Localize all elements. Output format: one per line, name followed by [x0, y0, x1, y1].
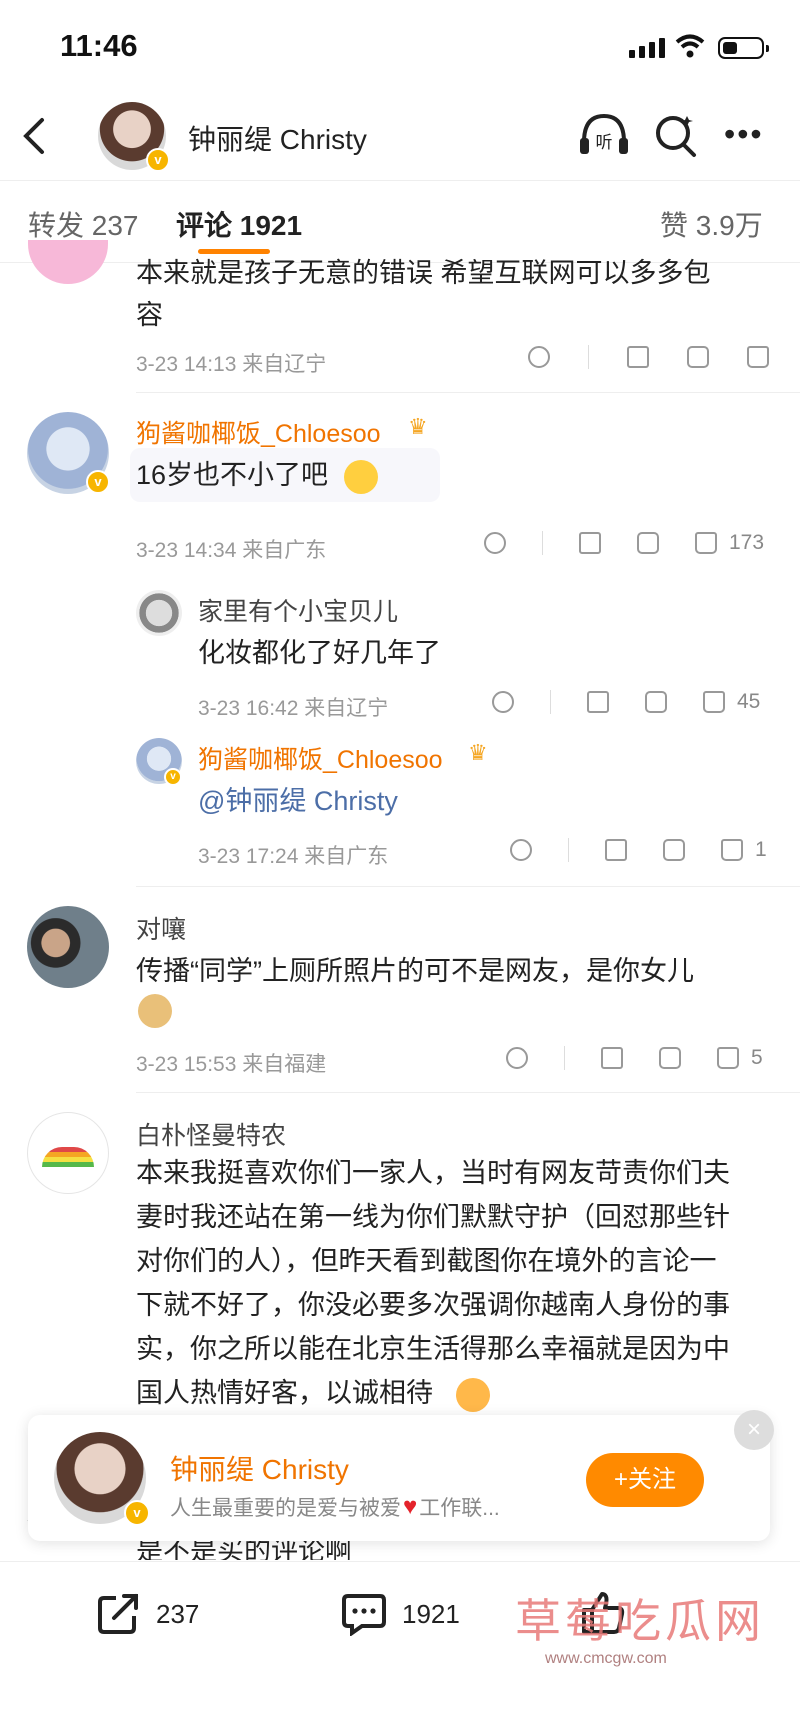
- share-icon[interactable]: [605, 839, 627, 861]
- card-name[interactable]: 钟丽缇 Christy: [170, 1448, 349, 1488]
- more-options-icon[interactable]: •••: [724, 116, 764, 153]
- crown-icon: ♛: [408, 414, 428, 439]
- dislike-icon[interactable]: [484, 532, 506, 554]
- card-bio-tail: 工作联...: [419, 1497, 500, 1520]
- comment-text-line: 下就不好了，你没必要多次强调你越南人身份的事: [136, 1290, 730, 1320]
- tab-likes[interactable]: 赞 3.9万: [660, 204, 763, 244]
- like-icon[interactable]: [695, 532, 717, 554]
- comment-text-line: 实，你之所以能在北京生活得那么幸福就是因为中: [136, 1334, 730, 1364]
- yum-emoji-icon: [456, 1378, 490, 1412]
- dislike-icon[interactable]: [510, 839, 532, 861]
- cellular-signal-icon: [629, 38, 665, 58]
- verified-badge-icon: v: [86, 470, 110, 494]
- reply-text: 化妆都化了好几年了: [198, 638, 441, 668]
- header-divider: [0, 180, 800, 181]
- search-icon[interactable]: [654, 112, 698, 158]
- dislike-icon[interactable]: [528, 346, 550, 368]
- comment-divider: [136, 392, 800, 393]
- reply-icon[interactable]: [687, 346, 709, 368]
- like-icon[interactable]: [717, 1047, 739, 1069]
- header-title[interactable]: 钟丽缇 Christy: [188, 118, 367, 158]
- comment-text-line: 本来我挺喜欢你们一家人，当时有网友苛责你们夫: [136, 1158, 730, 1188]
- comment-author[interactable]: 白朴怪曼特农: [136, 1116, 286, 1152]
- bottom-repost-button[interactable]: 237: [96, 1592, 199, 1636]
- comment-meta: 3-23 14:13 来自辽宁: [136, 353, 327, 376]
- heart-icon: ♥: [403, 1493, 418, 1520]
- avatar[interactable]: [28, 240, 108, 284]
- close-icon[interactable]: ×: [734, 1410, 774, 1450]
- share-icon[interactable]: [627, 346, 649, 368]
- crown-icon: ♛: [468, 740, 488, 765]
- back-arrow-icon[interactable]: [20, 116, 50, 156]
- card-bio: 人生最重要的是爱与被爱 ♥ 工作联...: [170, 1492, 500, 1522]
- comment-author[interactable]: 狗酱咖椰饭_Chloesoo: [136, 414, 381, 450]
- like-count: 45: [737, 690, 761, 713]
- comment-count: 1921: [402, 1598, 460, 1629]
- wifi-icon: [675, 34, 705, 58]
- action-separator: [588, 345, 589, 369]
- reply-icon[interactable]: [637, 532, 659, 554]
- comment-text: 传播“同学”上厕所照片的可不是网友，是你女儿: [136, 956, 694, 986]
- watermark-url: www.cmcgw.com: [545, 1650, 667, 1667]
- reply-icon[interactable]: [659, 1047, 681, 1069]
- like-icon[interactable]: [703, 691, 725, 713]
- dislike-icon[interactable]: [492, 691, 514, 713]
- status-time: 11:46: [60, 28, 138, 63]
- comment-text: 16岁也不小了吧: [136, 460, 329, 490]
- share-icon[interactable]: [587, 691, 609, 713]
- avatar[interactable]: [27, 1112, 109, 1194]
- tab-repost[interactable]: 转发 237: [28, 204, 139, 244]
- action-separator: [568, 838, 569, 862]
- comment-text-line: 本来就是孩子无意的错误 希望互联网可以多多包: [136, 258, 711, 288]
- like-count: 5: [751, 1046, 763, 1069]
- comment-divider: [136, 886, 800, 887]
- comment-text-line: 妻时我还站在第一线为你们默默守护（回怼那些针: [136, 1202, 730, 1232]
- comment-text-line: 容: [136, 300, 163, 330]
- smirk-emoji-icon: [344, 460, 378, 494]
- follow-button[interactable]: +关注: [586, 1453, 704, 1507]
- comment-text-line: 对你们的人），但昨天看到截图你在境外的言论一: [136, 1246, 717, 1276]
- reply-author[interactable]: 家里有个小宝贝儿: [198, 592, 398, 628]
- comment-text-line: 国人热情好客，以诚相待: [136, 1378, 433, 1408]
- battery-icon: [718, 37, 769, 59]
- tab-comments[interactable]: 评论 1921: [176, 204, 302, 244]
- verified-badge-icon: v: [124, 1500, 150, 1526]
- reply-icon[interactable]: [645, 691, 667, 713]
- comment-meta: 3-23 14:34 来自广东: [136, 539, 327, 562]
- doge-emoji-icon: [138, 994, 172, 1028]
- bottom-comment-button[interactable]: 1921: [340, 1592, 460, 1636]
- card-bio-text: 人生最重要的是爱与被爱: [170, 1497, 401, 1520]
- action-separator: [542, 531, 543, 555]
- watermark-logo: 草莓吃瓜网: [515, 1595, 765, 1647]
- comment-divider: [136, 1092, 800, 1093]
- repost-count: 237: [156, 1598, 200, 1629]
- comment-author[interactable]: 对嚷: [136, 910, 186, 946]
- share-icon[interactable]: [579, 532, 601, 554]
- action-separator: [564, 1046, 565, 1070]
- reply-icon[interactable]: [663, 839, 685, 861]
- verified-badge-icon: v: [164, 768, 182, 786]
- comment-meta: 3-23 15:53 来自福建: [136, 1053, 327, 1076]
- share-icon[interactable]: [601, 1047, 623, 1069]
- avatar[interactable]: [27, 906, 109, 988]
- like-icon[interactable]: [721, 839, 743, 861]
- reply-text[interactable]: @钟丽缇 Christy: [198, 780, 398, 822]
- listen-icon[interactable]: 听: [578, 112, 630, 158]
- like-icon[interactable]: [747, 346, 769, 368]
- reply-meta: 3-23 17:24 来自广东: [198, 845, 389, 868]
- reply-meta: 3-23 16:42 来自辽宁: [198, 697, 389, 720]
- comment-icon: [342, 1594, 386, 1636]
- verified-badge-icon: v: [146, 148, 170, 172]
- action-separator: [550, 690, 551, 714]
- reply-avatar[interactable]: [136, 590, 182, 636]
- svg-text:听: 听: [596, 133, 613, 153]
- reply-author[interactable]: 狗酱咖椰饭_Chloesoo: [198, 740, 443, 776]
- like-count: 1: [755, 838, 767, 861]
- repost-icon: [98, 1594, 138, 1634]
- dislike-icon[interactable]: [506, 1047, 528, 1069]
- like-count: 173: [729, 531, 765, 554]
